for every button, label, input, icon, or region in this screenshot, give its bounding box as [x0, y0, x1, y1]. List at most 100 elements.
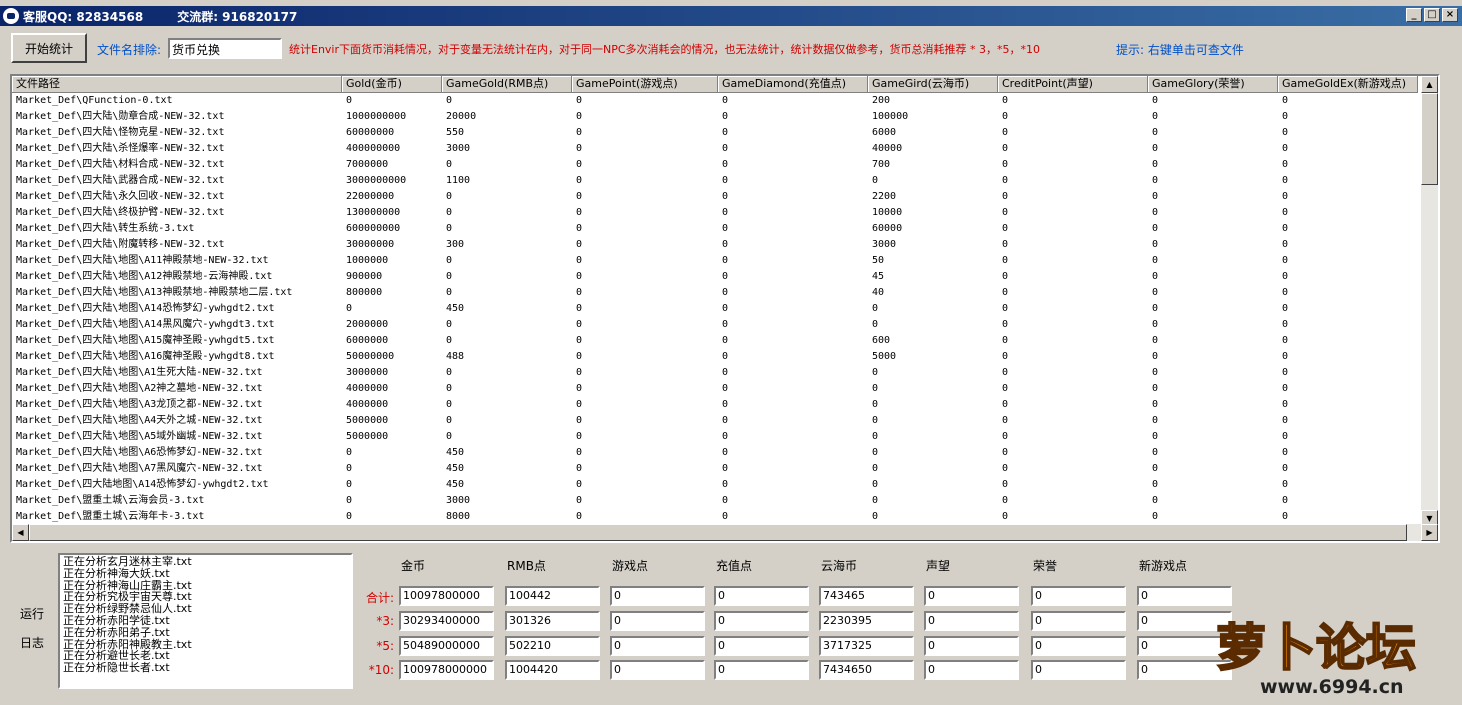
summary-value-field[interactable]: 0 — [924, 660, 1019, 680]
summary-value-field[interactable]: 0 — [924, 636, 1019, 656]
summary-value-field[interactable]: 0 — [714, 636, 809, 656]
summary-value-field[interactable]: 0 — [1031, 660, 1126, 680]
table-row[interactable]: Market_Def\四大陆\地图\A16魔神圣殿-ywhgdt8.txt 500… — [12, 349, 1424, 365]
file-grid[interactable]: 文件路径 Gold(金币) GameGold(RMB点) GamePoint(游戏点)… — [10, 74, 1440, 543]
table-row[interactable]: Market_Def\四大陆\材料合成-NEW-32.txt 7000000 0 0 0… — [12, 157, 1424, 173]
close-button[interactable]: × — [1442, 8, 1458, 22]
column-header[interactable]: GameDiamond(充值点) — [718, 76, 868, 93]
table-row[interactable]: Market_Def\四大陆\地图\A1生死大陆-NEW-32.txt 30000… — [12, 365, 1424, 381]
vertical-scrollbar[interactable]: ▲ ▼ — [1421, 76, 1438, 527]
value-cell: 0 — [1002, 511, 1009, 522]
table-row[interactable]: Market_Def\四大陆\勋章合成-NEW-32.txt 1000000000… — [12, 109, 1424, 125]
table-row[interactable]: Market_Def\四大陆\地图\A3龙顶之都-NEW-32.txt 40000… — [12, 397, 1424, 413]
summary-value-field[interactable]: 100978000000 — [399, 660, 494, 680]
table-row[interactable]: Market_Def\四大陆\地图\A13神殿禁地-神殿禁地二层.txt 8000… — [12, 285, 1424, 301]
file-path-cell: Market_Def\四大陆\地图\A14恐怖梦幻-ywhgdt2.txt — [16, 303, 275, 314]
horizontal-scroll-thumb[interactable] — [29, 524, 1407, 541]
summary-value-field[interactable]: 0 — [610, 660, 705, 680]
scroll-up-arrow-icon[interactable]: ▲ — [1421, 76, 1438, 93]
summary-value-field[interactable]: 0 — [610, 611, 705, 631]
table-row[interactable]: Market_Def\四大陆\地图\A2神之墓地-NEW-32.txt 40000… — [12, 381, 1424, 397]
column-header[interactable]: GamePoint(游戏点) — [572, 76, 718, 93]
value-cell: 0 — [722, 95, 729, 106]
summary-value-field[interactable]: 0 — [610, 636, 705, 656]
scroll-right-arrow-icon[interactable]: ▶ — [1421, 524, 1438, 541]
summary-value-field[interactable]: 30293400000 — [399, 611, 494, 631]
column-header[interactable]: CreditPoint(声望) — [998, 76, 1148, 93]
table-row[interactable]: Market_Def\四大陆\转生系统-3.txt 600000000 0 0 0 600… — [12, 221, 1424, 237]
summary-value-field[interactable]: 0 — [924, 611, 1019, 631]
summary-value-field[interactable]: 0 — [924, 586, 1019, 606]
vertical-scroll-thumb[interactable] — [1421, 93, 1438, 185]
value-cell: 0 — [1152, 447, 1159, 458]
table-row[interactable]: Market_Def\四大陆\地图\A14恐怖梦幻-ywhgdt2.txt 0 45… — [12, 301, 1424, 317]
value-cell: 0 — [1002, 223, 1009, 234]
value-cell: 0 — [1282, 255, 1289, 266]
table-row[interactable]: Market_Def\盟重土城\云海会员-3.txt 0 3000 0 0 0 0 0 0 — [12, 493, 1424, 509]
value-cell: 0 — [446, 335, 453, 346]
summary-value-field[interactable]: 100442 — [505, 586, 600, 606]
value-cell: 0 — [1282, 303, 1289, 314]
value-cell: 0 — [1152, 175, 1159, 186]
minimize-button[interactable]: _ — [1406, 8, 1422, 22]
summary-value-field[interactable]: 0 — [714, 611, 809, 631]
summary-value-field[interactable]: 0 — [610, 586, 705, 606]
table-row[interactable]: Market_Def\盟重土城\云海年卡-3.txt 0 8000 0 0 0 0 0 0 — [12, 509, 1424, 525]
table-row[interactable]: Market_Def\四大陆\地图\A5域外幽城-NEW-32.txt 50000… — [12, 429, 1424, 445]
table-row[interactable]: Market_Def\四大陆\地图\A15魔神圣殿-ywhgdt5.txt 600… — [12, 333, 1424, 349]
value-cell: 0 — [872, 415, 879, 426]
value-cell: 0 — [576, 511, 583, 522]
table-row[interactable]: Market_Def\四大陆\地图\A11神殿禁地-NEW-32.txt 1000… — [12, 253, 1424, 269]
summary-value-field[interactable]: 1004420 — [505, 660, 600, 680]
maximize-button[interactable]: □ — [1424, 8, 1440, 22]
scroll-left-arrow-icon[interactable]: ◀ — [12, 524, 29, 541]
column-header[interactable]: Gold(金币) — [342, 76, 442, 93]
column-header[interactable]: 文件路径 — [12, 76, 342, 93]
summary-value-field[interactable]: 3717325 — [819, 636, 914, 656]
column-header[interactable]: GameGird(云海币) — [868, 76, 998, 93]
summary-value-field[interactable]: 743465 — [819, 586, 914, 606]
summary-value-field[interactable]: 50489000000 — [399, 636, 494, 656]
summary-value-field[interactable]: 0 — [1031, 611, 1126, 631]
value-cell: 450 — [446, 303, 465, 314]
summary-value-field[interactable]: 0 — [1031, 586, 1126, 606]
table-row[interactable]: Market_Def\QFunction-0.txt 0 0 0 0 200 0 0 0 — [12, 93, 1424, 109]
column-header[interactable]: GameGoldEx(新游戏点) — [1278, 76, 1418, 93]
value-cell: 0 — [346, 303, 353, 314]
grid-body[interactable]: Market_Def\QFunction-0.txt 0 0 0 0 200 0 0 0 Mark… — [12, 93, 1424, 527]
value-cell: 0 — [576, 415, 583, 426]
exclude-input[interactable]: 货币兑换 — [168, 38, 282, 59]
table-row[interactable]: Market_Def\四大陆\地图\A4天外之城-NEW-32.txt 50000… — [12, 413, 1424, 429]
table-row[interactable]: Market_Def\四大陆\终极护臂-NEW-32.txt 130000000 0… — [12, 205, 1424, 221]
summary-value-field[interactable]: 0 — [714, 660, 809, 680]
start-stats-button[interactable]: 开始统计 — [11, 33, 87, 63]
summary-value-field[interactable]: 2230395 — [819, 611, 914, 631]
table-row[interactable]: Market_Def\四大陆\杀怪爆率-NEW-32.txt 400000000 3… — [12, 141, 1424, 157]
value-cell: 0 — [1282, 111, 1289, 122]
table-row[interactable]: Market_Def\四大陆\怪物克星-NEW-32.txt 60000000 55… — [12, 125, 1424, 141]
table-row[interactable]: Market_Def\四大陆\地图\A7黑风魔穴-NEW-32.txt 0 450 0… — [12, 461, 1424, 477]
summary-value-field[interactable]: 0 — [714, 586, 809, 606]
horizontal-scrollbar[interactable]: ◀ ▶ — [12, 524, 1438, 541]
run-log[interactable]: 正在分析玄月迷林主宰.txt 正在分析神海大妖.txt 正在分析神海山庄霸主.txt… — [58, 553, 353, 689]
table-row[interactable]: Market_Def\四大陆\地图\A6恐怖梦幻-NEW-32.txt 0 450 0… — [12, 445, 1424, 461]
summary-column-header: 金币 — [401, 559, 426, 573]
summary-value-field[interactable]: 7434650 — [819, 660, 914, 680]
summary-value-field[interactable]: 301326 — [505, 611, 600, 631]
column-header[interactable]: GameGold(RMB点) — [442, 76, 572, 93]
value-cell: 0 — [722, 303, 729, 314]
value-cell: 300 — [446, 239, 465, 250]
summary-value-field[interactable]: 0 — [1031, 636, 1126, 656]
table-row[interactable]: Market_Def\四大陆\地图\A12神殿禁地-云海神殿.txt 900000… — [12, 269, 1424, 285]
table-row[interactable]: Market_Def\四大陆\武器合成-NEW-32.txt 3000000000… — [12, 173, 1424, 189]
table-row[interactable]: Market_Def\四大陆\永久回收-NEW-32.txt 22000000 0 0… — [12, 189, 1424, 205]
file-path-cell: Market_Def\四大陆\地图\A7黑风魔穴-NEW-32.txt — [16, 463, 263, 474]
summary-value-field[interactable]: 10097800000 — [399, 586, 494, 606]
summary-value-field[interactable]: 502210 — [505, 636, 600, 656]
value-cell: 60000 — [872, 223, 903, 234]
column-header[interactable]: GameGlory(荣誉) — [1148, 76, 1278, 93]
tip-text: 提示: 右键单击可查文件 — [1116, 43, 1244, 57]
table-row[interactable]: Market_Def\四大陆\地图\A14黑风魔穴-ywhgdt3.txt 200… — [12, 317, 1424, 333]
table-row[interactable]: Market_Def\四大陆地图\A14恐怖梦幻-ywhgdt2.txt 0 450… — [12, 477, 1424, 493]
table-row[interactable]: Market_Def\四大陆\附魔转移-NEW-32.txt 30000000 30… — [12, 237, 1424, 253]
